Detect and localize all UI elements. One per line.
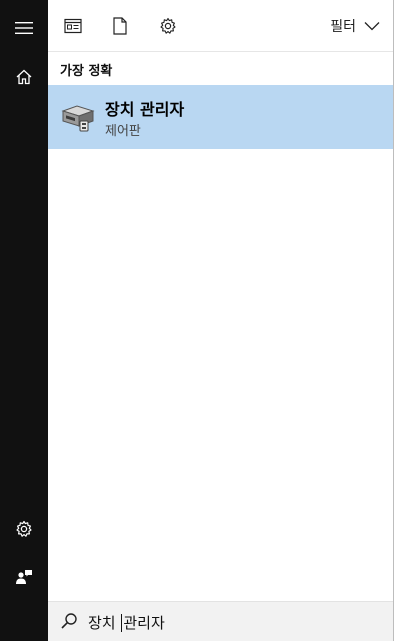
documents-filter-button[interactable]	[104, 10, 136, 42]
feedback-button[interactable]	[0, 553, 48, 601]
search-icon	[61, 613, 77, 629]
device-manager-icon	[61, 105, 95, 132]
gear-icon	[16, 520, 32, 537]
result-title: 장치 관리자	[105, 100, 185, 119]
search-input[interactable]: 장치 관리자	[88, 612, 165, 633]
filter-dropdown[interactable]: 필터	[330, 12, 380, 40]
hamburger-menu-icon	[15, 22, 33, 34]
section-title-best-match: 가장 정확	[60, 64, 113, 79]
settings-button[interactable]	[0, 505, 48, 553]
search-panel: 필터 가장 정확 장치 관리자 제어판 장치 관리자	[48, 0, 394, 641]
best-match-result[interactable]: 장치 관리자 제어판	[48, 85, 394, 149]
toolbar: 필터	[48, 0, 394, 52]
settings-filter-button[interactable]	[152, 10, 184, 42]
search-text-before-caret: 장치	[88, 614, 121, 632]
gear-icon	[160, 17, 176, 34]
search-box[interactable]: 장치 관리자	[48, 601, 394, 641]
apps-filter-button[interactable]	[57, 10, 89, 42]
sidebar	[0, 0, 48, 641]
feedback-person-icon	[16, 570, 32, 584]
home-button[interactable]	[0, 53, 48, 101]
home-icon	[16, 69, 32, 85]
apps-icon	[64, 18, 82, 34]
text-caret	[121, 613, 123, 632]
document-icon	[113, 17, 127, 35]
menu-button[interactable]	[0, 4, 48, 52]
result-subtitle: 제어판	[105, 124, 141, 139]
filter-label: 필터	[330, 19, 356, 35]
search-text-after-caret: 관리자	[123, 614, 165, 632]
chevron-down-icon	[364, 22, 380, 31]
